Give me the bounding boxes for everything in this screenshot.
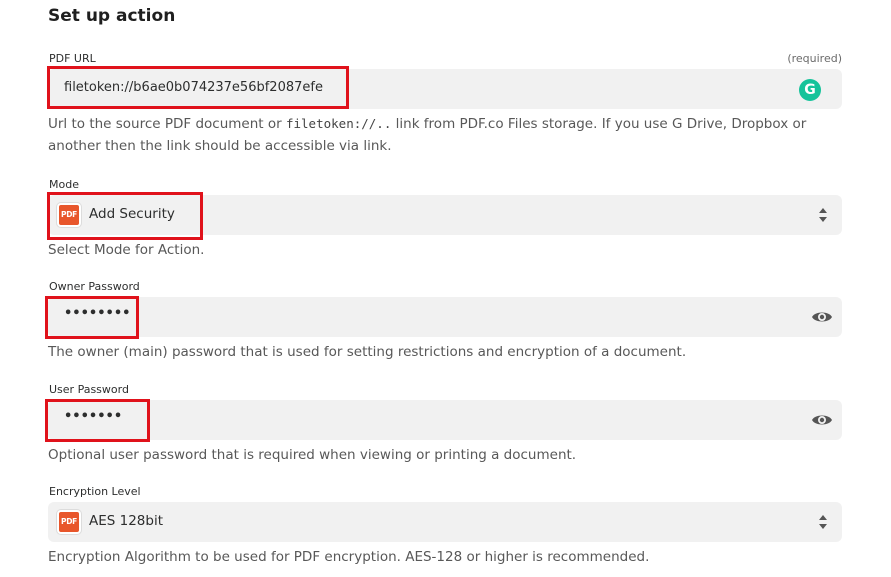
- highlight-box-pdf-url: [47, 66, 349, 109]
- pdf-app-icon: PDF: [57, 510, 81, 534]
- highlight-box-owner-password: [45, 296, 139, 339]
- highlight-box-mode: [47, 192, 203, 240]
- owner-password-input[interactable]: ••••••••: [48, 297, 842, 337]
- setup-action-panel: Set up action PDF URL (required) filetok…: [0, 0, 891, 577]
- encryption-level-selected-value: AES 128bit: [89, 513, 164, 529]
- grammarly-icon[interactable]: G: [799, 79, 821, 101]
- highlight-box-user-password: [45, 399, 150, 442]
- user-password-helper: Optional user password that is required …: [48, 447, 577, 463]
- user-password-input[interactable]: •••••••: [48, 400, 842, 440]
- encryption-level-select[interactable]: PDF AES 128bit: [48, 502, 842, 542]
- eye-icon[interactable]: [811, 307, 833, 327]
- eye-icon[interactable]: [811, 410, 833, 430]
- mode-helper: Select Mode for Action.: [48, 242, 205, 258]
- sort-arrows-icon: [819, 515, 827, 529]
- pdf-url-helper-prefix: Url to the source PDF document or: [48, 116, 286, 132]
- pdf-url-helper-code: filetoken://..: [285, 116, 392, 131]
- pdf-app-icon-text: PDF: [59, 512, 79, 532]
- encryption-level-helper: Encryption Algorithm to be used for PDF …: [48, 549, 650, 565]
- mode-label: Mode: [49, 178, 79, 191]
- user-password-label: User Password: [49, 383, 129, 396]
- required-indicator: (required): [787, 52, 842, 65]
- owner-password-label: Owner Password: [49, 280, 140, 293]
- encryption-level-label: Encryption Level: [49, 485, 141, 498]
- owner-password-helper: The owner (main) password that is used f…: [48, 344, 687, 360]
- section-title: Set up action: [48, 6, 176, 26]
- sort-arrows-icon: [819, 208, 827, 222]
- pdf-url-helper: Url to the source PDF document or fileto…: [48, 113, 818, 157]
- pdf-url-label: PDF URL: [49, 52, 96, 65]
